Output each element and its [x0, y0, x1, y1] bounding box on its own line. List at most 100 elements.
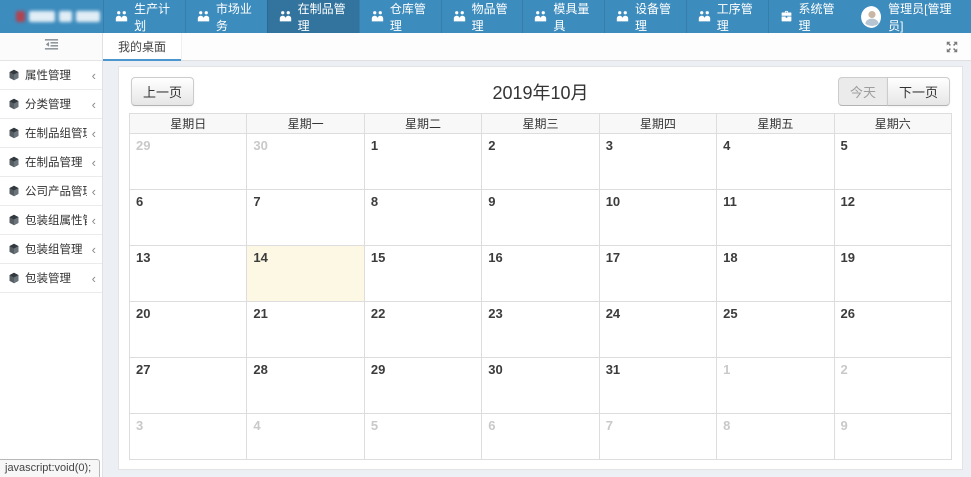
- nav-item-模具量具[interactable]: 模具量具: [522, 0, 604, 33]
- people-icon: [698, 10, 711, 23]
- logo-block: [59, 11, 72, 22]
- chevron-left-icon: ‹: [92, 69, 96, 82]
- user-avatar-icon: [861, 6, 881, 28]
- calendar-day[interactable]: 6: [130, 190, 247, 246]
- calendar-day[interactable]: 4: [247, 414, 364, 460]
- user-menu[interactable]: 管理员[管理员]: [849, 0, 971, 33]
- calendar-week-row: 6789101112: [130, 190, 952, 246]
- calendar-day[interactable]: 1: [717, 358, 834, 414]
- sidebar-item-label: 在制品组管理: [25, 125, 87, 141]
- logo-block: [16, 11, 25, 22]
- calendar-week-row: 13141516171819: [130, 246, 952, 302]
- fullscreen-icon[interactable]: [946, 41, 958, 53]
- nav-item-生产计划[interactable]: 生产计划: [103, 0, 185, 33]
- calendar-day[interactable]: 8: [364, 190, 481, 246]
- chevron-left-icon: ‹: [92, 127, 96, 140]
- app-logo: [0, 0, 103, 33]
- calendar-day[interactable]: 19: [834, 246, 951, 302]
- sidebar-item-label: 包装组属性管理: [25, 212, 87, 228]
- calendar-day[interactable]: 11: [717, 190, 834, 246]
- sidebar-item-分类管理[interactable]: 分类管理‹: [0, 90, 102, 119]
- chevron-left-icon: ‹: [92, 98, 96, 111]
- calendar-day[interactable]: 30: [482, 358, 599, 414]
- sidebar-item-包装组管理[interactable]: 包装组管理‹: [0, 235, 102, 264]
- body-row: 属性管理‹分类管理‹在制品组管理‹在制品管理‹公司产品管理‹包装组属性管理‹包装…: [0, 33, 971, 477]
- calendar-day[interactable]: 2: [834, 358, 951, 414]
- nav-item-系统管理[interactable]: 系统管理: [768, 0, 850, 33]
- people-icon: [115, 10, 128, 23]
- calendar-day[interactable]: 31: [599, 358, 716, 414]
- cube-icon: [8, 69, 20, 81]
- nav-item-仓库管理[interactable]: 仓库管理: [359, 0, 441, 33]
- calendar-day[interactable]: 26: [834, 302, 951, 358]
- next-month-button[interactable]: 下一页: [887, 77, 950, 106]
- sidebar-item-label: 包装组管理: [25, 241, 87, 257]
- calendar-day[interactable]: 4: [717, 134, 834, 190]
- calendar-week-row: 293012345: [130, 134, 952, 190]
- nav-item-label: 系统管理: [799, 0, 839, 34]
- calendar-day[interactable]: 5: [834, 134, 951, 190]
- calendar-day[interactable]: 21: [247, 302, 364, 358]
- sidebar-item-在制品管理[interactable]: 在制品管理‹: [0, 148, 102, 177]
- calendar-day[interactable]: 3: [599, 134, 716, 190]
- calendar-day[interactable]: 29: [130, 134, 247, 190]
- calendar-day[interactable]: 1: [364, 134, 481, 190]
- cube-icon: [8, 243, 20, 255]
- nav-item-市场业务[interactable]: 市场业务: [185, 0, 267, 33]
- calendar-day[interactable]: 23: [482, 302, 599, 358]
- chevron-left-icon: ‹: [92, 185, 96, 198]
- calendar-day[interactable]: 9: [482, 190, 599, 246]
- chevron-left-icon: ‹: [92, 156, 96, 169]
- calendar-day[interactable]: 27: [130, 358, 247, 414]
- calendar-day[interactable]: 18: [717, 246, 834, 302]
- calendar-day[interactable]: 17: [599, 246, 716, 302]
- calendar-day[interactable]: 28: [247, 358, 364, 414]
- calendar-day[interactable]: 7: [599, 414, 716, 460]
- sidebar-item-属性管理[interactable]: 属性管理‹: [0, 61, 102, 90]
- sidebar-item-label: 包装管理: [25, 270, 87, 286]
- cube-icon: [8, 127, 20, 139]
- nav-item-label: 生产计划: [134, 0, 174, 34]
- nav-item-设备管理[interactable]: 设备管理: [604, 0, 686, 33]
- calendar-day[interactable]: 16: [482, 246, 599, 302]
- calendar-day[interactable]: 15: [364, 246, 481, 302]
- calendar-toolbar: 上一页 2019年10月 今天 下一页: [129, 77, 952, 105]
- calendar-day[interactable]: 3: [130, 414, 247, 460]
- today-button[interactable]: 今天: [838, 77, 888, 106]
- calendar-day[interactable]: 2: [482, 134, 599, 190]
- cube-icon: [8, 272, 20, 284]
- calendar-day[interactable]: 5: [364, 414, 481, 460]
- nav-item-label: 市场业务: [216, 0, 256, 34]
- sidebar-item-在制品组管理[interactable]: 在制品组管理 ‹: [0, 119, 102, 148]
- sidebar-item-包装管理[interactable]: 包装管理‹: [0, 264, 102, 293]
- nav-item-物品管理[interactable]: 物品管理: [441, 0, 523, 33]
- calendar-day[interactable]: 25: [717, 302, 834, 358]
- calendar-day[interactable]: 10: [599, 190, 716, 246]
- content-area: 上一页 2019年10月 今天 下一页 星期日星期一星期二星期三星期四星期五星期…: [103, 61, 971, 477]
- calendar-day[interactable]: 12: [834, 190, 951, 246]
- tab-my-desktop[interactable]: 我的桌面: [103, 33, 182, 60]
- calendar-day-today[interactable]: 14: [247, 246, 364, 302]
- nav-item-在制品管理[interactable]: 在制品管理: [267, 0, 359, 33]
- nav-item-工序管理[interactable]: 工序管理: [686, 0, 768, 33]
- calendar-day[interactable]: 20: [130, 302, 247, 358]
- calendar-day[interactable]: 22: [364, 302, 481, 358]
- calendar-day[interactable]: 13: [130, 246, 247, 302]
- calendar-day[interactable]: 6: [482, 414, 599, 460]
- calendar-day[interactable]: 29: [364, 358, 481, 414]
- calendar-table: 星期日星期一星期二星期三星期四星期五星期六 293012345678910111…: [129, 113, 952, 460]
- calendar-week-row: 20212223242526: [130, 302, 952, 358]
- sidebar-item-公司产品管理[interactable]: 公司产品管理‹: [0, 177, 102, 206]
- sidebar-collapse-button[interactable]: [0, 33, 102, 61]
- people-icon: [534, 10, 547, 23]
- calendar-day[interactable]: 24: [599, 302, 716, 358]
- user-label: 管理员[管理员]: [888, 0, 959, 34]
- sidebar-item-包装组属性管理[interactable]: 包装组属性管理‹: [0, 206, 102, 235]
- calendar-day[interactable]: 30: [247, 134, 364, 190]
- tab-label: 我的桌面: [118, 38, 166, 55]
- calendar-day[interactable]: 9: [834, 414, 951, 460]
- calendar-day[interactable]: 8: [717, 414, 834, 460]
- logo-block: [76, 11, 100, 22]
- weekday-header: 星期三: [482, 114, 599, 134]
- calendar-day[interactable]: 7: [247, 190, 364, 246]
